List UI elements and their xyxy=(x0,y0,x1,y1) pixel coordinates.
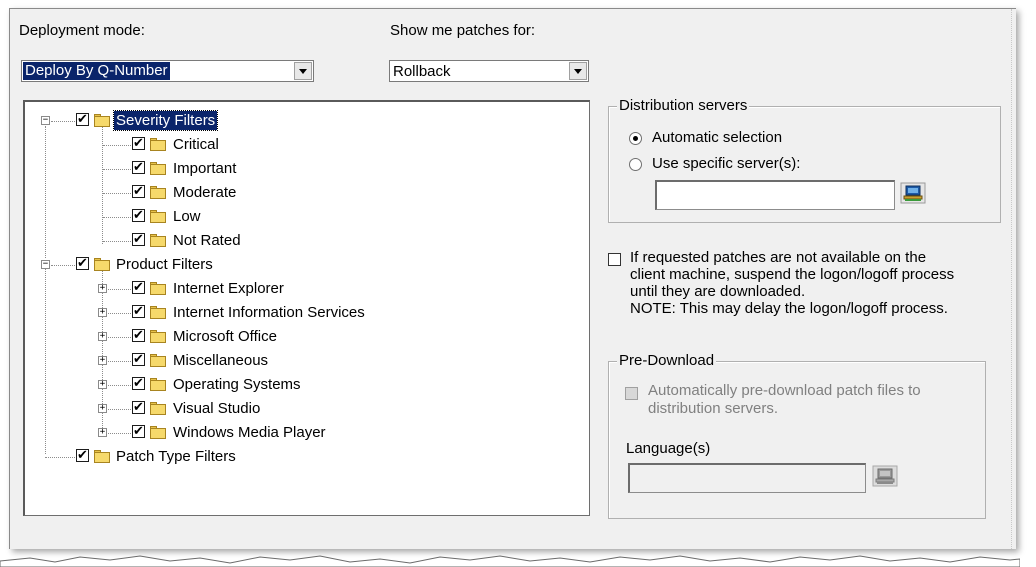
tree-node-internet-information-services[interactable]: Internet Information Services xyxy=(25,302,425,323)
languages-label: Language(s) xyxy=(626,440,711,457)
show-patches-value: Rollback xyxy=(393,63,451,80)
suspend-logon-text: If requested patches are not available o… xyxy=(630,249,954,317)
distribution-servers-group: Distribution servers Automatic selection… xyxy=(608,97,1001,223)
tree-node-operating-systems[interactable]: Operating Systems xyxy=(25,374,425,395)
computer-browse-icon[interactable] xyxy=(872,465,898,487)
checkbox-checked-icon[interactable] xyxy=(132,350,145,368)
tree-node-label: Critical xyxy=(173,136,219,153)
automatic-selection-radio[interactable] xyxy=(629,132,642,145)
checkbox-checked-icon[interactable] xyxy=(132,422,145,440)
tree-node-not-rated[interactable]: Not Rated xyxy=(25,230,325,251)
tree-node-label: Product Filters xyxy=(116,256,213,273)
tree-node-label: Moderate xyxy=(173,184,237,201)
deployment-mode-select[interactable]: Deploy By Q-Number xyxy=(21,60,314,82)
suspend-logon-line1: If requested patches are not available o… xyxy=(630,249,927,266)
tree-node-severity-filters[interactable]: Severity Filters xyxy=(25,110,325,131)
torn-edge-decoration xyxy=(0,555,1020,567)
show-patches-label: Show me patches for: xyxy=(390,22,536,39)
specific-server-radio[interactable] xyxy=(629,158,642,171)
folder-icon xyxy=(150,282,167,295)
checkbox-checked-icon[interactable] xyxy=(76,254,89,272)
auto-predownload-checkbox[interactable] xyxy=(625,387,638,400)
show-patches-select[interactable]: Rollback xyxy=(389,60,589,82)
checkbox-checked-icon[interactable] xyxy=(132,326,145,344)
checkbox-checked-icon[interactable] xyxy=(76,110,89,128)
languages-input[interactable] xyxy=(628,463,866,493)
checkbox-checked-icon[interactable] xyxy=(132,182,145,200)
computer-browse-icon[interactable] xyxy=(900,182,926,204)
folder-icon xyxy=(150,402,167,415)
tree-node-label: Internet Information Services xyxy=(173,304,365,321)
tree-node-critical[interactable]: Critical xyxy=(25,134,325,155)
tree-node-label: Low xyxy=(173,208,201,225)
tree-node-product-filters[interactable]: Product Filters xyxy=(25,254,325,275)
right-edge-divider xyxy=(1011,9,1016,549)
folder-icon xyxy=(94,450,111,463)
suspend-logon-line2: client machine, suspend the logon/logoff… xyxy=(630,266,955,283)
tree-node-label: Microsoft Office xyxy=(173,328,277,345)
folder-icon xyxy=(150,138,167,151)
patch-deployment-dialog: Deployment mode: Show me patches for: De… xyxy=(9,8,1016,549)
checkbox-checked-icon[interactable] xyxy=(132,374,145,392)
distribution-servers-title: Distribution servers xyxy=(617,97,750,114)
tree-node-microsoft-office[interactable]: Microsoft Office xyxy=(25,326,425,347)
tree-node-label: Visual Studio xyxy=(173,400,261,417)
deployment-mode-value: Deploy By Q-Number xyxy=(23,62,170,80)
folder-icon xyxy=(150,426,167,439)
folder-icon xyxy=(150,378,167,391)
specific-server-input[interactable] xyxy=(655,180,895,210)
folder-icon xyxy=(150,306,167,319)
suspend-logon-checkbox[interactable] xyxy=(608,253,621,266)
folder-icon xyxy=(94,258,111,271)
deployment-mode-label: Deployment mode: xyxy=(19,22,145,39)
automatic-selection-label: Automatic selection xyxy=(652,129,783,146)
auto-predownload-line2: distribution servers. xyxy=(648,400,779,417)
tree-node-label: Important xyxy=(173,160,237,177)
checkbox-checked-icon[interactable] xyxy=(132,398,145,416)
tree-node-important[interactable]: Important xyxy=(25,158,325,179)
folder-icon xyxy=(150,210,167,223)
chevron-down-icon[interactable] xyxy=(569,62,587,80)
tree-node-label: Not Rated xyxy=(173,232,241,249)
tree-node-miscellaneous[interactable]: Miscellaneous xyxy=(25,350,425,371)
checkbox-checked-icon[interactable] xyxy=(132,206,145,224)
folder-icon xyxy=(150,186,167,199)
pre-download-title: Pre-Download xyxy=(617,352,717,369)
specific-server-label: Use specific server(s): xyxy=(652,155,801,172)
pre-download-group: Pre-Download Automatically pre-download … xyxy=(608,352,986,519)
checkbox-checked-icon[interactable] xyxy=(132,278,145,296)
auto-predownload-line1: Automatically pre-download patch files t… xyxy=(648,382,921,399)
tree-node-label: Operating Systems xyxy=(173,376,301,393)
filter-tree[interactable]: − Severity Filters Critical Important Mo… xyxy=(23,100,590,516)
suspend-logon-line3: until they are downloaded. xyxy=(630,283,806,300)
folder-icon xyxy=(150,234,167,247)
auto-predownload-text: Automatically pre-download patch files t… xyxy=(648,382,921,418)
tree-node-patch-type-filters[interactable]: Patch Type Filters xyxy=(25,446,325,467)
checkbox-checked-icon[interactable] xyxy=(132,134,145,152)
tree-node-label: Patch Type Filters xyxy=(116,448,236,465)
tree-node-low[interactable]: Low xyxy=(25,206,325,227)
folder-icon xyxy=(150,162,167,175)
tree-node-label: Miscellaneous xyxy=(173,352,269,369)
folder-icon xyxy=(150,330,167,343)
tree-node-moderate[interactable]: Moderate xyxy=(25,182,325,203)
suspend-logon-note: NOTE: This may delay the logon/logoff pr… xyxy=(630,300,948,317)
folder-icon xyxy=(150,354,167,367)
folder-icon xyxy=(94,114,111,127)
tree-node-label: Internet Explorer xyxy=(173,280,284,297)
checkbox-checked-icon[interactable] xyxy=(76,446,89,464)
tree-node-internet-explorer[interactable]: Internet Explorer xyxy=(25,278,425,299)
tree-node-label: Windows Media Player xyxy=(173,424,326,441)
checkbox-checked-icon[interactable] xyxy=(132,230,145,248)
checkbox-checked-icon[interactable] xyxy=(132,302,145,320)
tree-node-visual-studio[interactable]: Visual Studio xyxy=(25,398,425,419)
tree-node-windows-media-player[interactable]: Windows Media Player xyxy=(25,422,425,443)
checkbox-checked-icon[interactable] xyxy=(132,158,145,176)
chevron-down-icon[interactable] xyxy=(294,62,312,80)
tree-node-label: Severity Filters xyxy=(112,110,219,131)
